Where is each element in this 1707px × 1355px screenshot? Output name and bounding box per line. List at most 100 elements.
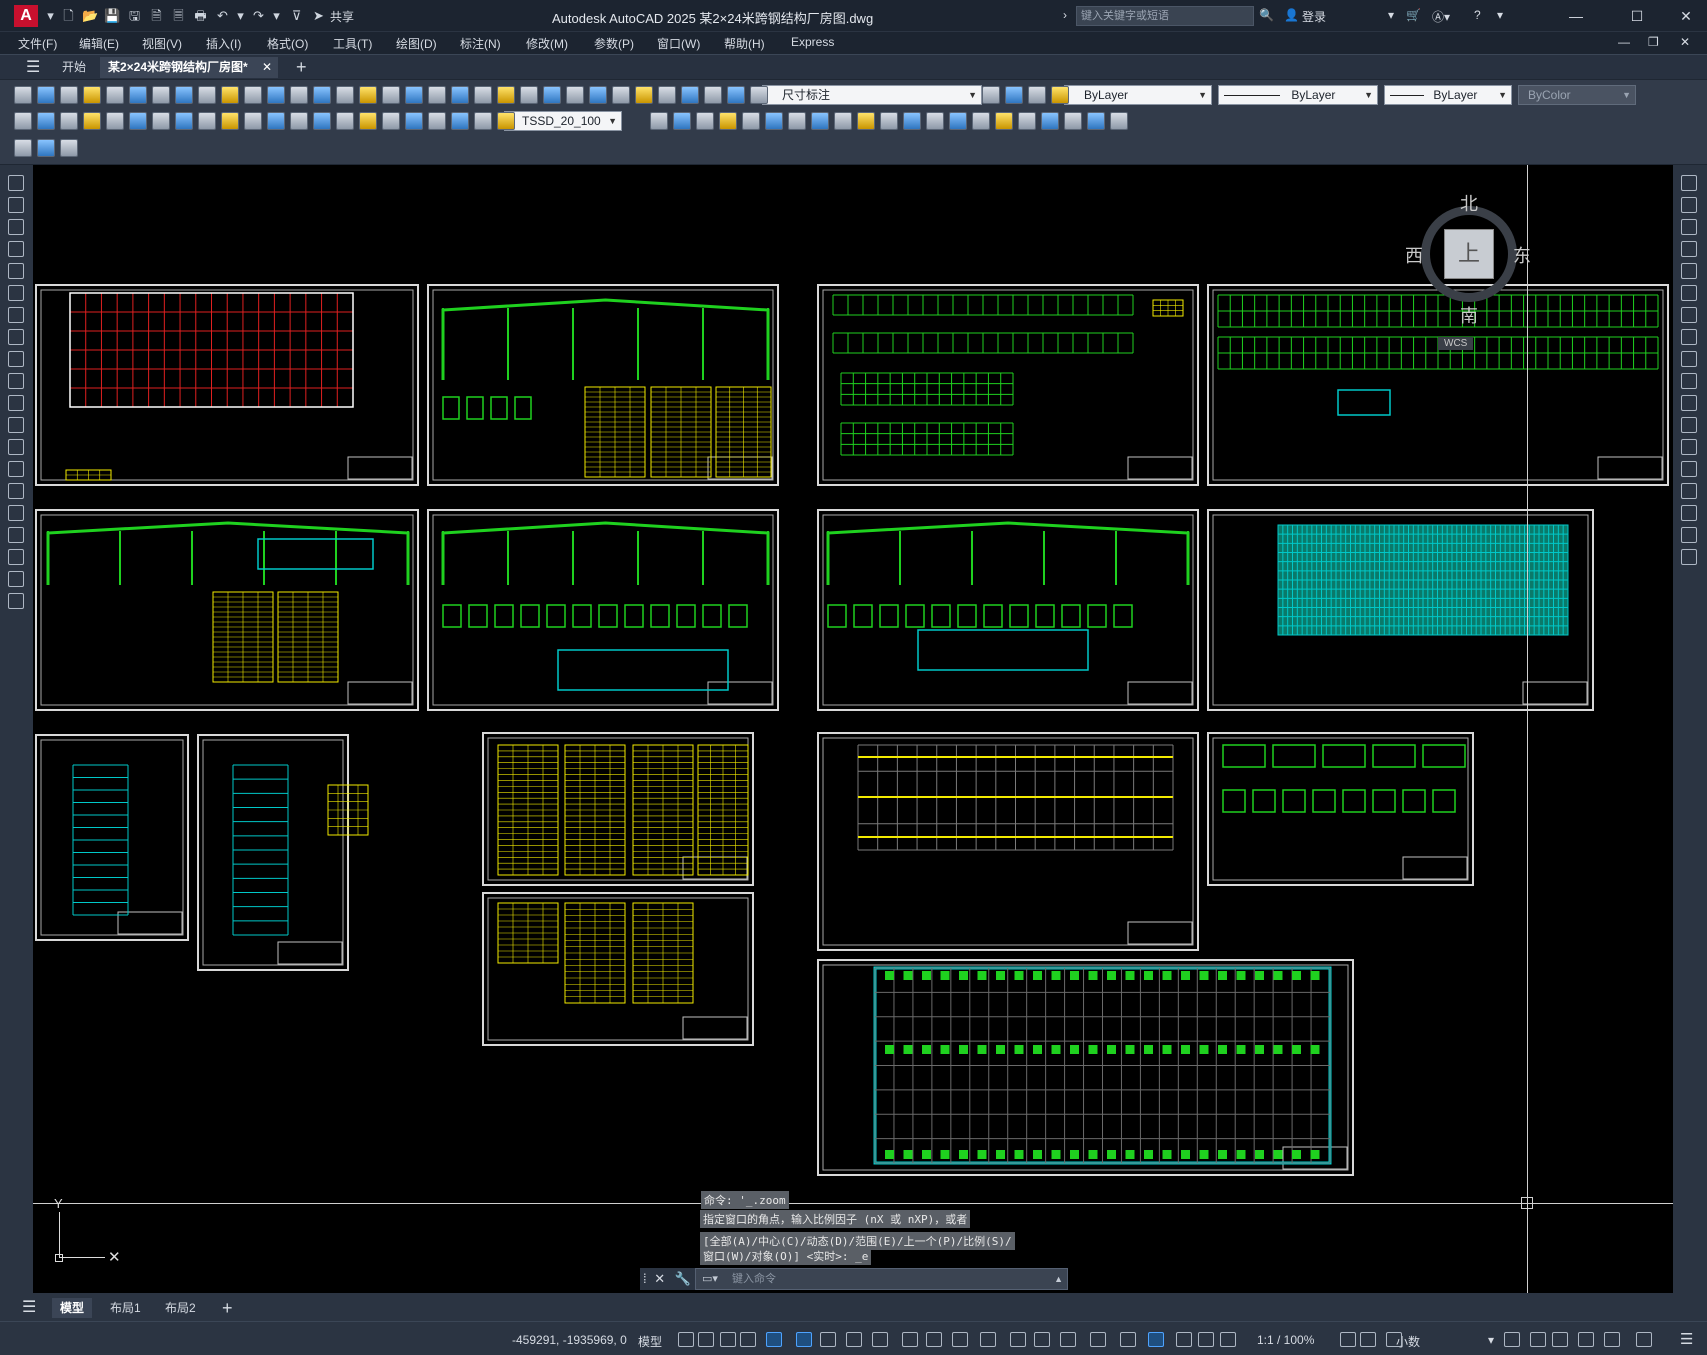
standard-tool-icon-12[interactable]: [290, 86, 308, 104]
autocad-logo-button[interactable]: A: [14, 5, 38, 27]
modify-palette-tool-icon-12[interactable]: [1681, 439, 1697, 455]
extra-tool-icon-2[interactable]: [60, 139, 78, 157]
draw-palette-tool-icon-2[interactable]: [8, 219, 24, 235]
new-file-icon[interactable]: 🗋: [60, 8, 77, 24]
undo-icon[interactable]: ↶: [214, 8, 231, 24]
status-toggle-icon-30[interactable]: [1636, 1332, 1652, 1347]
standard-tool-icon-25[interactable]: [589, 86, 607, 104]
tab-close-icon[interactable]: ✕: [262, 57, 272, 78]
status-toggle-icon-13[interactable]: [1010, 1332, 1026, 1347]
standard-tool-icon-14[interactable]: [336, 86, 354, 104]
wcs-menu[interactable]: WCS: [1438, 337, 1474, 350]
status-toggle-icon-5[interactable]: [796, 1332, 812, 1347]
redo-icon[interactable]: ↷: [250, 8, 267, 24]
standard-tool-icon-21[interactable]: [497, 86, 515, 104]
modify-palette-tool-icon-3[interactable]: [1681, 241, 1697, 257]
doc-restore-icon[interactable]: ❐: [1648, 35, 1659, 49]
tab-document[interactable]: 某2×24米跨钢结构厂房图* ✕: [100, 57, 278, 78]
status-toggle-icon-3[interactable]: [740, 1332, 756, 1347]
standard-tool-icon-27[interactable]: [635, 86, 653, 104]
tssd-tool-icon-8[interactable]: [198, 112, 216, 130]
status-toggle-icon-29[interactable]: [1604, 1332, 1620, 1347]
draw-modify-tool-icon-20[interactable]: [1110, 112, 1128, 130]
draw-modify-tool-icon-5[interactable]: [765, 112, 783, 130]
standard-tool-icon-15[interactable]: [359, 86, 377, 104]
tssd-tool-icon-19[interactable]: [451, 112, 469, 130]
tssd-tool-icon-10[interactable]: [244, 112, 262, 130]
tssd-tool-icon-21[interactable]: [497, 112, 515, 130]
tssd-tool-icon-0[interactable]: [14, 112, 32, 130]
status-toggle-icon-18[interactable]: [1148, 1332, 1164, 1347]
draw-modify-tool-icon-11[interactable]: [903, 112, 921, 130]
status-toggle-icon-23[interactable]: [1360, 1332, 1376, 1347]
undo-dropdown-icon[interactable]: ▾: [232, 8, 249, 24]
draw-palette-tool-icon-7[interactable]: [8, 329, 24, 345]
login-button[interactable]: 登录: [1302, 8, 1326, 25]
menu-draw[interactable]: 绘图(D): [396, 35, 437, 52]
standard-tool-icon-29[interactable]: [681, 86, 699, 104]
modify-palette-tool-icon-0[interactable]: [1681, 175, 1697, 191]
color-dropdown[interactable]: ByLayer ▼: [1064, 85, 1212, 105]
draw-palette-tool-icon-10[interactable]: [8, 395, 24, 411]
draw-modify-tool-icon-6[interactable]: [788, 112, 806, 130]
save-as-icon[interactable]: 🖫: [126, 8, 143, 24]
tab-layout1[interactable]: 布局1: [102, 1298, 149, 1318]
viewcube-north-label[interactable]: 北: [1460, 190, 1478, 216]
help-dropdown-icon[interactable]: ▾: [1497, 8, 1503, 22]
status-toggle-icon-8[interactable]: [872, 1332, 888, 1347]
draw-modify-tool-icon-15[interactable]: [995, 112, 1013, 130]
coordinate-readout[interactable]: -459291, -1935969, 0: [512, 1333, 627, 1347]
layer-tool-icon-3[interactable]: [1051, 86, 1069, 104]
standard-tool-icon-4[interactable]: [106, 86, 124, 104]
tssd-tool-icon-4[interactable]: [106, 112, 124, 130]
new-tab-button[interactable]: +: [288, 57, 315, 78]
status-toggle-icon-1[interactable]: [698, 1332, 714, 1347]
menu-express[interactable]: Express: [791, 35, 834, 49]
share-icon[interactable]: ➤: [310, 8, 327, 24]
tab-model[interactable]: 模型: [52, 1298, 93, 1318]
draw-modify-tool-icon-17[interactable]: [1041, 112, 1059, 130]
customize-status-icon[interactable]: ☰: [1680, 1330, 1693, 1348]
tssd-tool-icon-16[interactable]: [382, 112, 400, 130]
standard-tool-icon-17[interactable]: [405, 86, 423, 104]
doc-minimize-icon[interactable]: —: [1618, 35, 1630, 49]
status-toggle-icon-2[interactable]: [720, 1332, 736, 1347]
standard-tool-icon-16[interactable]: [382, 86, 400, 104]
redo-dropdown-icon[interactable]: ▾: [268, 8, 285, 24]
menu-parametric[interactable]: 参数(P): [594, 35, 634, 52]
status-toggle-icon-16[interactable]: [1090, 1332, 1106, 1347]
modify-palette-tool-icon-14[interactable]: [1681, 483, 1697, 499]
menu-file[interactable]: 文件(F): [18, 35, 57, 52]
menu-window[interactable]: 窗口(W): [657, 35, 700, 52]
standard-tool-icon-6[interactable]: [152, 86, 170, 104]
menu-tools[interactable]: 工具(T): [333, 35, 372, 52]
tab-layout2[interactable]: 布局2: [157, 1298, 204, 1318]
menu-dimension[interactable]: 标注(N): [460, 35, 501, 52]
plot-icon[interactable]: 🖶: [192, 8, 209, 24]
standard-tool-icon-3[interactable]: [83, 86, 101, 104]
draw-modify-tool-icon-2[interactable]: [696, 112, 714, 130]
menu-insert[interactable]: 插入(I): [206, 35, 241, 52]
status-toggle-icon-4[interactable]: [766, 1332, 782, 1347]
status-toggle-icon-12[interactable]: [980, 1332, 996, 1347]
units-dropdown-icon[interactable]: ▾: [1488, 1333, 1494, 1347]
minimize-icon[interactable]: —: [1566, 6, 1586, 26]
tssd-tool-icon-11[interactable]: [267, 112, 285, 130]
menu-view[interactable]: 视图(V): [142, 35, 182, 52]
modify-palette-tool-icon-10[interactable]: [1681, 395, 1697, 411]
tssd-tool-icon-18[interactable]: [428, 112, 446, 130]
draw-palette-tool-icon-3[interactable]: [8, 241, 24, 257]
tssd-tool-icon-5[interactable]: [129, 112, 147, 130]
model-space-drawing[interactable]: [33, 165, 1673, 1293]
linetype-dropdown[interactable]: ByLayer ▼: [1218, 85, 1378, 105]
status-toggle-icon-19[interactable]: [1176, 1332, 1192, 1347]
command-line-handle[interactable]: ⁞ ✕ 🔧: [640, 1268, 696, 1290]
status-toggle-icon-7[interactable]: [846, 1332, 862, 1347]
draw-modify-tool-icon-1[interactable]: [673, 112, 691, 130]
draw-palette-tool-icon-1[interactable]: [8, 197, 24, 213]
modify-palette-tool-icon-4[interactable]: [1681, 263, 1697, 279]
status-toggle-icon-22[interactable]: [1340, 1332, 1356, 1347]
tssd-tool-icon-14[interactable]: [336, 112, 354, 130]
hamburger-menu-icon[interactable]: ☰: [18, 57, 48, 78]
draw-palette-tool-icon-6[interactable]: [8, 307, 24, 323]
